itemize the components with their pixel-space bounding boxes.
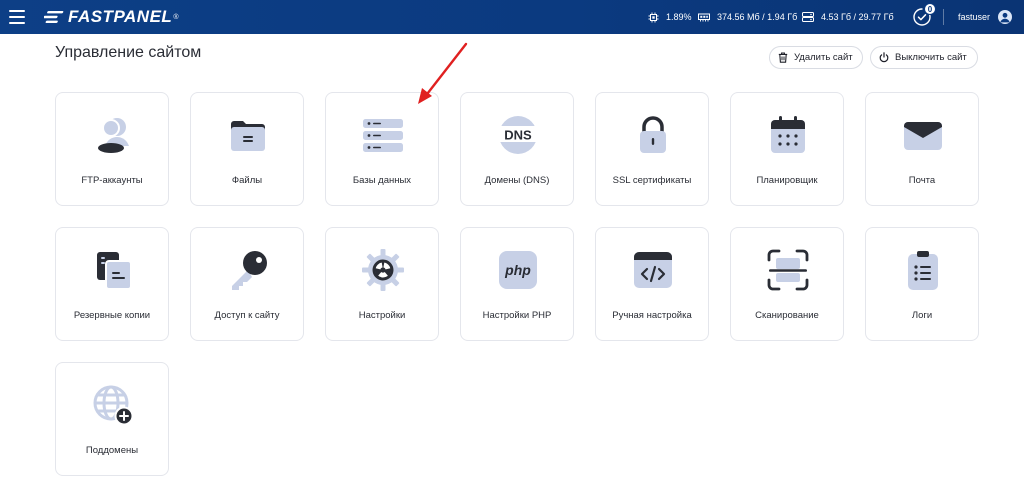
calendar-icon bbox=[766, 113, 810, 157]
clipboard-icon bbox=[901, 248, 945, 292]
disable-site-label: Выключить сайт bbox=[895, 52, 967, 63]
tile-ftp-accounts[interactable]: FTP-аккаунты bbox=[55, 92, 169, 206]
backup-icon bbox=[91, 248, 135, 292]
delete-site-label: Удалить сайт bbox=[794, 52, 853, 63]
top-bar: FASTPANEL ® 1.89% 374.56 Мб / 1.94 Гб 4.… bbox=[0, 0, 1024, 34]
disk-value: 4.53 Гб / 29.77 Гб bbox=[821, 12, 894, 22]
php-icon: php bbox=[496, 248, 540, 292]
tile-label: Поддомены bbox=[85, 445, 139, 456]
folder-icon bbox=[226, 113, 270, 157]
trash-icon bbox=[778, 52, 788, 63]
memory-icon bbox=[698, 13, 710, 21]
svg-text:php: php bbox=[504, 262, 531, 278]
tile-label: Резервные копии bbox=[73, 310, 151, 321]
tasks-count-badge: 0 bbox=[924, 3, 936, 15]
users-icon bbox=[91, 113, 135, 157]
tile-label: Логи bbox=[911, 310, 933, 321]
avatar bbox=[998, 10, 1013, 24]
ram-usage: 374.56 Мб / 1.94 Гб bbox=[698, 0, 797, 34]
logo-text: FASTPANEL bbox=[68, 7, 173, 26]
tile-scheduler[interactable]: Планировщик bbox=[730, 92, 844, 206]
tile-label: Доступ к сайту bbox=[214, 310, 280, 321]
username: fastuser bbox=[958, 12, 991, 22]
page-title: Управление сайтом bbox=[55, 44, 202, 61]
tile-logs[interactable]: Логи bbox=[865, 227, 979, 341]
disk-usage: 4.53 Гб / 29.77 Гб bbox=[802, 0, 894, 34]
tile-php-settings[interactable]: php Настройки PHP bbox=[460, 227, 574, 341]
tile-label: Настройки PHP bbox=[482, 310, 552, 321]
cpu-icon bbox=[648, 12, 659, 22]
key-icon bbox=[226, 248, 270, 292]
tile-label: FTP-аккаунты bbox=[81, 175, 143, 186]
tile-domains-dns[interactable]: DNS Домены (DNS) bbox=[460, 92, 574, 206]
tile-site-access[interactable]: Доступ к сайту bbox=[190, 227, 304, 341]
tasks-button[interactable]: 0 bbox=[912, 3, 936, 27]
user-avatar-icon bbox=[1000, 12, 1010, 23]
user-menu[interactable]: fastuser bbox=[958, 0, 1013, 34]
tile-label: Сканирование bbox=[755, 310, 819, 321]
gear-icon bbox=[361, 248, 405, 292]
tile-manual-config[interactable]: Ручная настройка bbox=[595, 227, 709, 341]
delete-site-button[interactable]: Удалить сайт bbox=[769, 46, 863, 69]
tile-label: Базы данных bbox=[352, 175, 412, 186]
dns-icon: DNS bbox=[496, 113, 540, 157]
tile-scanning[interactable]: Сканирование bbox=[730, 227, 844, 341]
lock-icon bbox=[631, 113, 675, 157]
scan-icon bbox=[766, 248, 810, 292]
topbar-divider bbox=[943, 9, 944, 25]
svg-text:DNS: DNS bbox=[504, 128, 532, 143]
disk-icon bbox=[802, 12, 814, 22]
tile-label: SSL сертификаты bbox=[612, 175, 692, 186]
ram-value: 374.56 Мб / 1.94 Гб bbox=[717, 12, 798, 22]
tile-label: Файлы bbox=[231, 175, 263, 186]
tile-label: Почта bbox=[908, 175, 936, 186]
tile-databases[interactable]: Базы данных bbox=[325, 92, 439, 206]
tile-mail[interactable]: Почта bbox=[865, 92, 979, 206]
cpu-value: 1.89% bbox=[666, 12, 692, 22]
speed-lines-icon bbox=[44, 11, 64, 24]
tile-settings[interactable]: Настройки bbox=[325, 227, 439, 341]
tile-label: Планировщик bbox=[756, 175, 818, 186]
cpu-usage: 1.89% bbox=[648, 0, 692, 34]
hamburger-menu-icon[interactable] bbox=[9, 10, 25, 24]
logo-registered-mark: ® bbox=[173, 13, 179, 21]
tile-ssl-certificates[interactable]: SSL сертификаты bbox=[595, 92, 709, 206]
tile-files[interactable]: Файлы bbox=[190, 92, 304, 206]
database-icon bbox=[361, 113, 405, 157]
tile-label: Домены (DNS) bbox=[484, 175, 550, 186]
tile-label: Настройки bbox=[358, 310, 406, 321]
disable-site-button[interactable]: Выключить сайт bbox=[870, 46, 978, 69]
tile-subdomains[interactable]: Поддомены bbox=[55, 362, 169, 476]
code-icon bbox=[631, 248, 675, 292]
tile-backups[interactable]: Резервные копии bbox=[55, 227, 169, 341]
logo[interactable]: FASTPANEL ® bbox=[44, 7, 178, 27]
envelope-icon bbox=[901, 113, 945, 157]
tile-label: Ручная настройка bbox=[612, 310, 692, 321]
power-icon bbox=[879, 52, 889, 63]
globe-plus-icon bbox=[91, 383, 135, 427]
